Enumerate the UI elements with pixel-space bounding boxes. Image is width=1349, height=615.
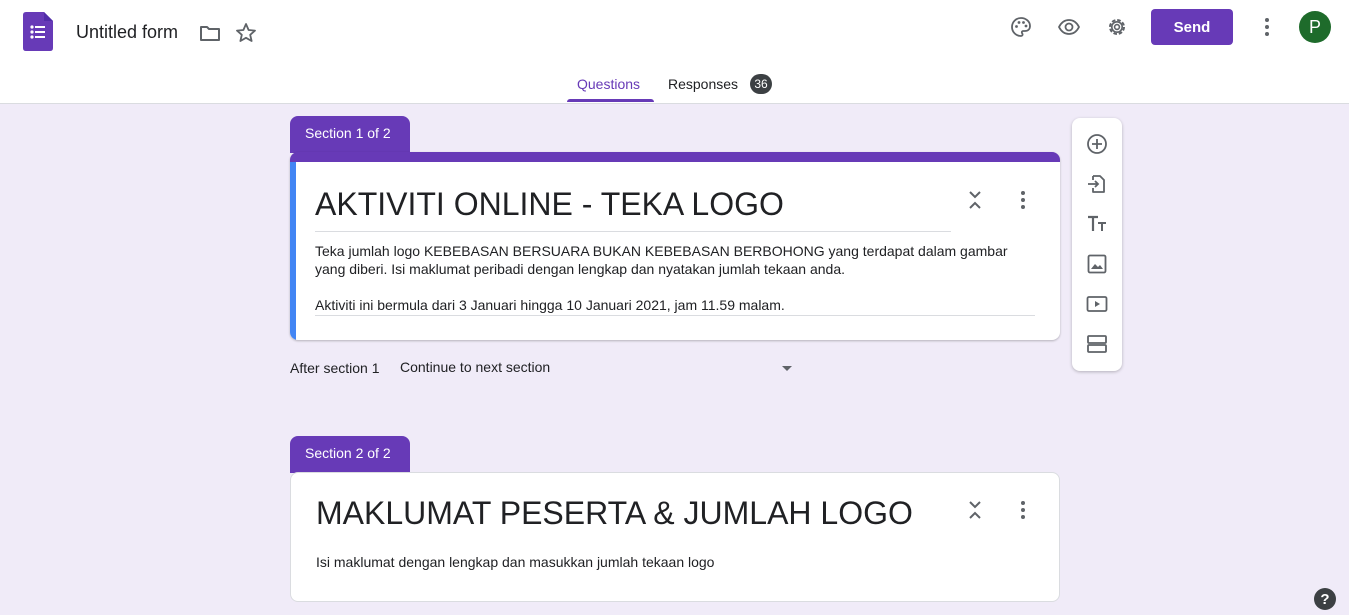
add-title-icon[interactable] (1085, 212, 1109, 236)
section-1-title[interactable]: AKTIVITI ONLINE - TEKA LOGO (315, 186, 784, 223)
section-1-description[interactable]: Teka jumlah logo KEBEBASAN BERSUARA BUKA… (315, 242, 1035, 278)
top-bar: Untitled form Send P Questions Responses… (0, 0, 1349, 104)
star-icon[interactable] (234, 21, 258, 45)
help-icon[interactable]: ? (1314, 588, 1336, 610)
send-button[interactable]: Send (1151, 9, 1233, 45)
tab-responses[interactable]: Responses (668, 76, 738, 92)
import-questions-icon[interactable] (1085, 172, 1109, 196)
section-2-label: Section 2 of 2 (290, 436, 410, 473)
section-2-title[interactable]: MAKLUMAT PESERTA & JUMLAH LOGO (316, 495, 913, 532)
section-2-card[interactable]: MAKLUMAT PESERTA & JUMLAH LOGO Isi maklu… (290, 472, 1060, 602)
forms-logo-icon[interactable] (23, 12, 53, 51)
preview-eye-icon[interactable] (1057, 15, 1081, 39)
after-section-value: Continue to next section (400, 359, 551, 375)
form-title[interactable]: Untitled form (76, 22, 178, 43)
folder-icon[interactable] (198, 21, 222, 45)
more-vert-icon[interactable] (1255, 15, 1279, 39)
focus-indicator (290, 162, 296, 340)
description-underline (315, 315, 1035, 316)
title-underline (315, 231, 951, 232)
section-1-label: Section 1 of 2 (290, 116, 410, 153)
active-tab-indicator (567, 99, 654, 102)
add-image-icon[interactable] (1085, 252, 1109, 276)
floating-toolbar (1072, 118, 1122, 371)
account-avatar[interactable]: P (1299, 11, 1331, 43)
add-section-icon[interactable] (1085, 332, 1109, 356)
responses-count-badge: 36 (750, 74, 772, 94)
section-menu-icon[interactable] (1011, 188, 1035, 212)
add-question-icon[interactable] (1085, 132, 1109, 156)
add-video-icon[interactable] (1085, 292, 1109, 316)
after-section-dropdown[interactable]: Continue to next section (400, 359, 796, 381)
collapse-icon[interactable] (963, 498, 987, 522)
dropdown-arrow-icon (782, 366, 792, 371)
section-menu-icon[interactable] (1011, 498, 1035, 522)
after-section-label: After section 1 (290, 360, 380, 376)
collapse-icon[interactable] (963, 188, 987, 212)
palette-icon[interactable] (1009, 15, 1033, 39)
section-1-card[interactable]: AKTIVITI ONLINE - TEKA LOGO Teka jumlah … (290, 152, 1060, 340)
section-1-description-dates[interactable]: Aktiviti ini bermula dari 3 Januari hing… (315, 296, 1035, 314)
section-2-description[interactable]: Isi maklumat dengan lengkap dan masukkan… (316, 553, 1036, 571)
tab-questions[interactable]: Questions (577, 76, 640, 92)
settings-gear-icon[interactable] (1105, 15, 1129, 39)
